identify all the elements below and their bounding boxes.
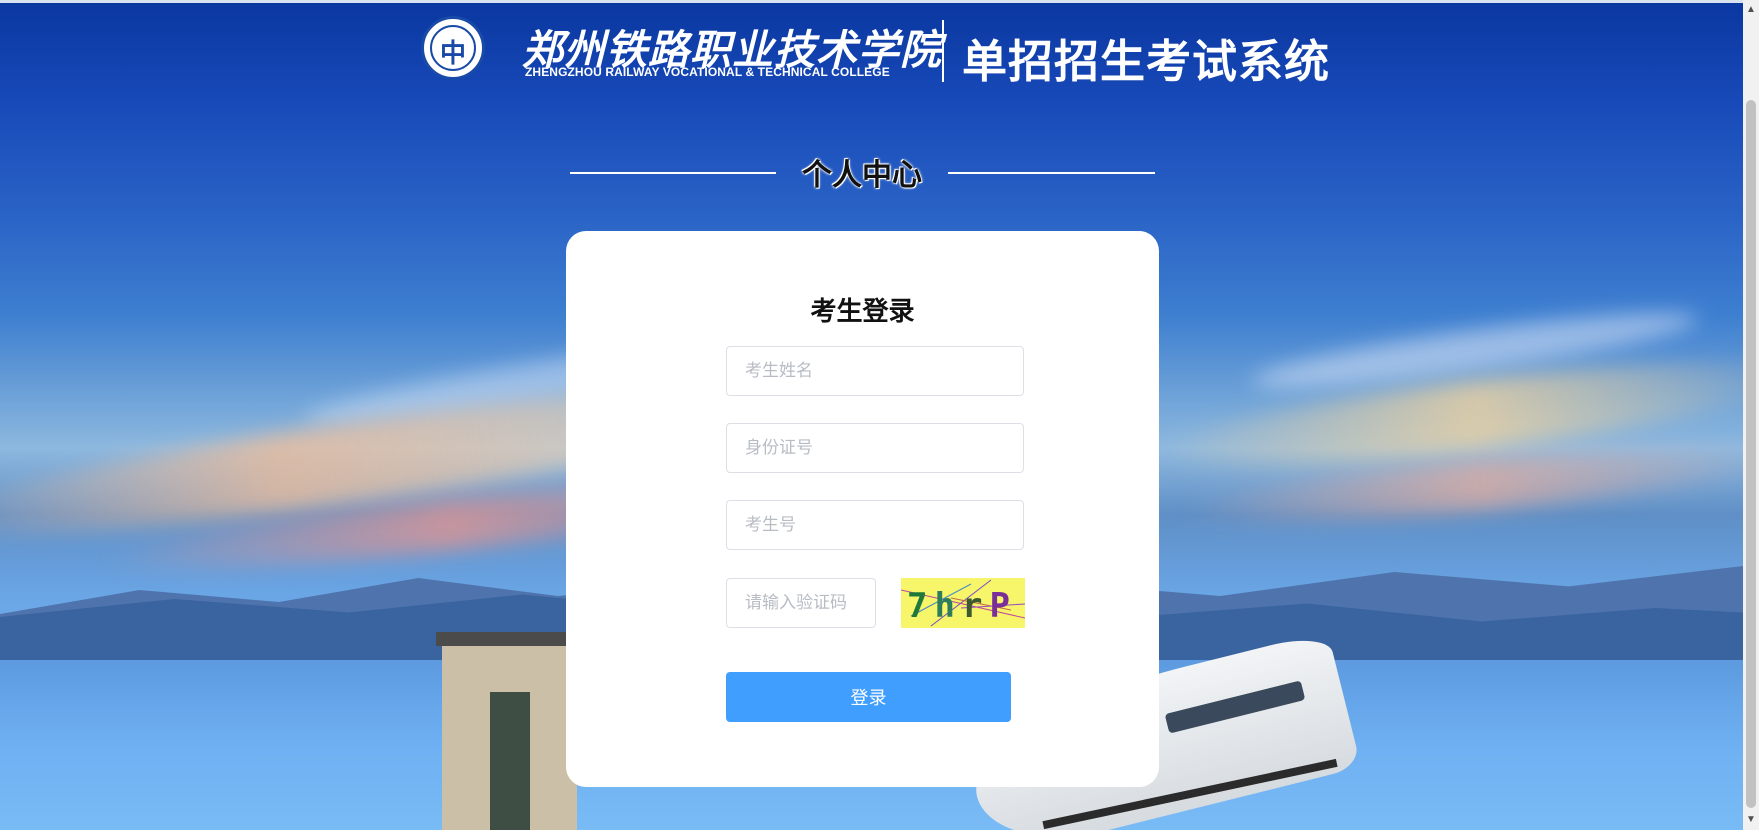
section-divider-right (948, 172, 1155, 174)
section-heading: 个人中心 (570, 150, 1155, 196)
captcha-input[interactable] (726, 578, 876, 628)
page-background: 中 郑州铁路职业技术学院 ZHENGZHOU RAILWAY VOCATIONA… (0, 0, 1743, 830)
captcha-char: r (961, 586, 990, 626)
site-header: 中 郑州铁路职业技术学院 ZHENGZHOU RAILWAY VOCATIONA… (0, 8, 1743, 87)
captcha-char: h (934, 586, 962, 626)
scroll-thumb[interactable] (1746, 100, 1756, 808)
campus-building-image (436, 632, 583, 830)
captcha-text: 7hrP (907, 586, 1017, 626)
college-emblem-icon: 中 (421, 16, 485, 80)
top-border (0, 0, 1743, 3)
system-title: 单招招生考试系统 (962, 36, 1331, 87)
scroll-up-icon[interactable]: ▲ (1746, 4, 1756, 16)
section-title: 个人中心 (802, 159, 922, 192)
building-door (490, 692, 530, 830)
login-card: 考生登录 7hrP 登录 (566, 231, 1159, 787)
student-name-input[interactable] (726, 346, 1024, 396)
captcha-image[interactable]: 7hrP (901, 578, 1025, 628)
section-divider-left (570, 172, 776, 174)
captcha-char: 7 (907, 586, 935, 626)
scroll-down-icon[interactable]: ▼ (1746, 814, 1756, 826)
header-divider (942, 20, 944, 82)
login-button[interactable]: 登录 (726, 672, 1011, 722)
college-name-en: ZHENGZHOU RAILWAY VOCATIONAL & TECHNICAL… (525, 65, 890, 79)
building-roof (436, 632, 583, 646)
exam-number-input[interactable] (726, 500, 1024, 550)
id-number-input[interactable] (726, 423, 1024, 473)
captcha-char: P (989, 586, 1017, 626)
emblem-glyph: 中 (439, 39, 466, 69)
page-scrollbar[interactable]: ▲ ▼ (1743, 0, 1759, 830)
login-title: 考生登录 (810, 296, 915, 326)
